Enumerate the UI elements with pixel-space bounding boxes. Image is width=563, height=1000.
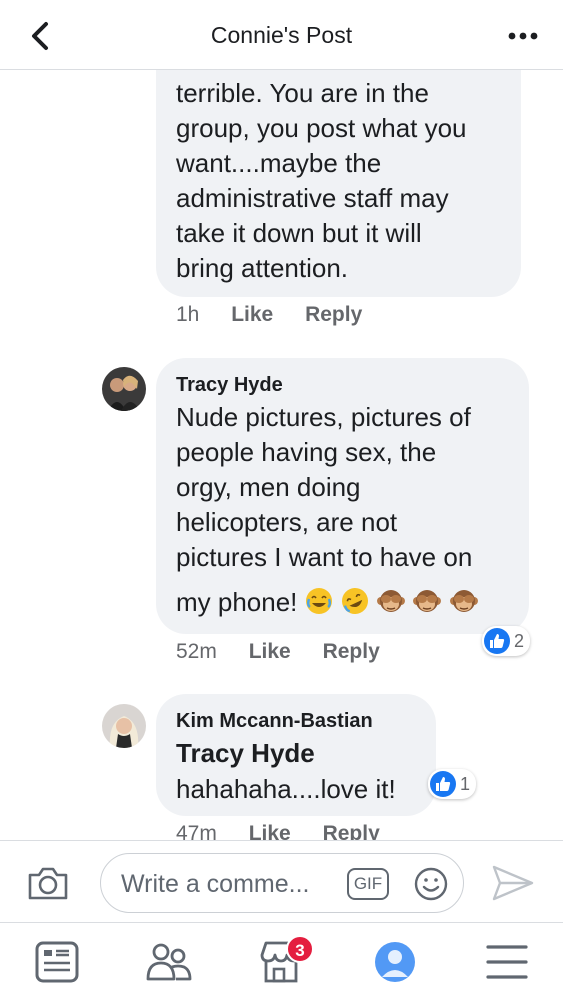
thumbs-up-icon <box>484 628 510 654</box>
reply-link[interactable]: Reply <box>323 640 380 663</box>
reaction-count-badge[interactable]: 1 <box>428 769 477 799</box>
comment-meta: 1h Like Reply <box>176 303 388 327</box>
gif-button[interactable]: GIF <box>347 868 389 900</box>
menu-icon[interactable] <box>482 937 532 987</box>
comment-text-line: Nude pictures, pictures of <box>176 402 471 432</box>
comment-bubble[interactable]: Tracy Hyde Nude pictures, pictures of pe… <box>156 358 529 634</box>
comment-input-placeholder: Write a comme... <box>121 870 310 898</box>
like-link[interactable]: Like <box>249 822 291 840</box>
avatar[interactable] <box>102 367 146 411</box>
rofl-emoji-icon <box>341 588 368 614</box>
bottom-tab-bar: 3 <box>0 922 563 1000</box>
more-options-icon[interactable] <box>505 24 541 48</box>
top-bar: Connie's Post <box>0 0 563 70</box>
reaction-count: 1 <box>460 773 471 794</box>
joy-emoji-icon <box>305 588 332 614</box>
marketplace-tab[interactable]: 3 <box>256 935 314 987</box>
page-title: Connie's Post <box>210 22 353 48</box>
reply-link[interactable]: Reply <box>305 303 362 326</box>
emoji-smile-icon[interactable] <box>413 866 449 902</box>
comment-author[interactable]: Kim Mccann-Bastian <box>176 710 373 733</box>
like-link[interactable]: Like <box>249 640 291 663</box>
profile-icon[interactable] <box>370 937 420 987</box>
like-link[interactable]: Like <box>231 303 273 326</box>
see-no-evil-monkey-emoji-icon <box>449 590 478 612</box>
comment-meta: 47m Like Reply <box>176 822 406 840</box>
avatar[interactable] <box>102 704 146 748</box>
comment-bubble[interactable]: terrible. You are in the group, you post… <box>156 70 521 297</box>
see-no-evil-monkey-emoji-icon <box>377 590 406 612</box>
comment-text-line: group, you post what you <box>176 113 467 143</box>
comment-text-line: orgy, men doing <box>176 472 361 502</box>
comment-composer: Write a comme... GIF <box>0 840 563 922</box>
send-icon[interactable] <box>490 863 536 903</box>
comments-list: terrible. You are in the group, you post… <box>0 70 563 840</box>
comment-author[interactable]: Tracy Hyde <box>176 374 283 397</box>
mentioned-user[interactable]: Tracy Hyde <box>176 738 315 769</box>
comment-text-line: want....maybe the <box>176 148 382 178</box>
comment-text-line: pictures I want to have on <box>176 542 473 572</box>
notification-badge: 3 <box>286 935 314 963</box>
news-feed-icon[interactable] <box>32 937 82 987</box>
comment-text-line: terrible. You are in the <box>176 78 429 108</box>
comment-text-line: my phone! <box>176 587 298 617</box>
comment-text-line: hahahaha....love it! <box>176 774 396 804</box>
reply-link[interactable]: Reply <box>323 822 380 840</box>
comment-meta: 52m Like Reply <box>176 640 406 664</box>
comment-text-line: administrative staff may <box>176 183 449 213</box>
comment-time: 52m <box>176 640 217 663</box>
camera-icon[interactable] <box>26 863 70 903</box>
comment-text-line: take it down but it will <box>176 218 422 248</box>
comment-time: 47m <box>176 822 217 840</box>
comment-time: 1h <box>176 303 200 326</box>
comment-bubble[interactable]: Kim Mccann-Bastian Tracy Hyde hahahaha..… <box>156 694 436 816</box>
comment-text-line: helicopters, are not <box>176 507 398 537</box>
reaction-count-badge[interactable]: 2 <box>482 626 531 656</box>
friends-icon[interactable] <box>144 937 194 987</box>
see-no-evil-monkey-emoji-icon <box>413 590 442 612</box>
reaction-count: 2 <box>514 630 525 651</box>
comment-input[interactable]: Write a comme... GIF <box>100 853 464 913</box>
comment-text-line: bring attention. <box>176 253 349 283</box>
comment-text-line: people having sex, the <box>176 437 437 467</box>
thumbs-up-icon <box>430 771 456 797</box>
